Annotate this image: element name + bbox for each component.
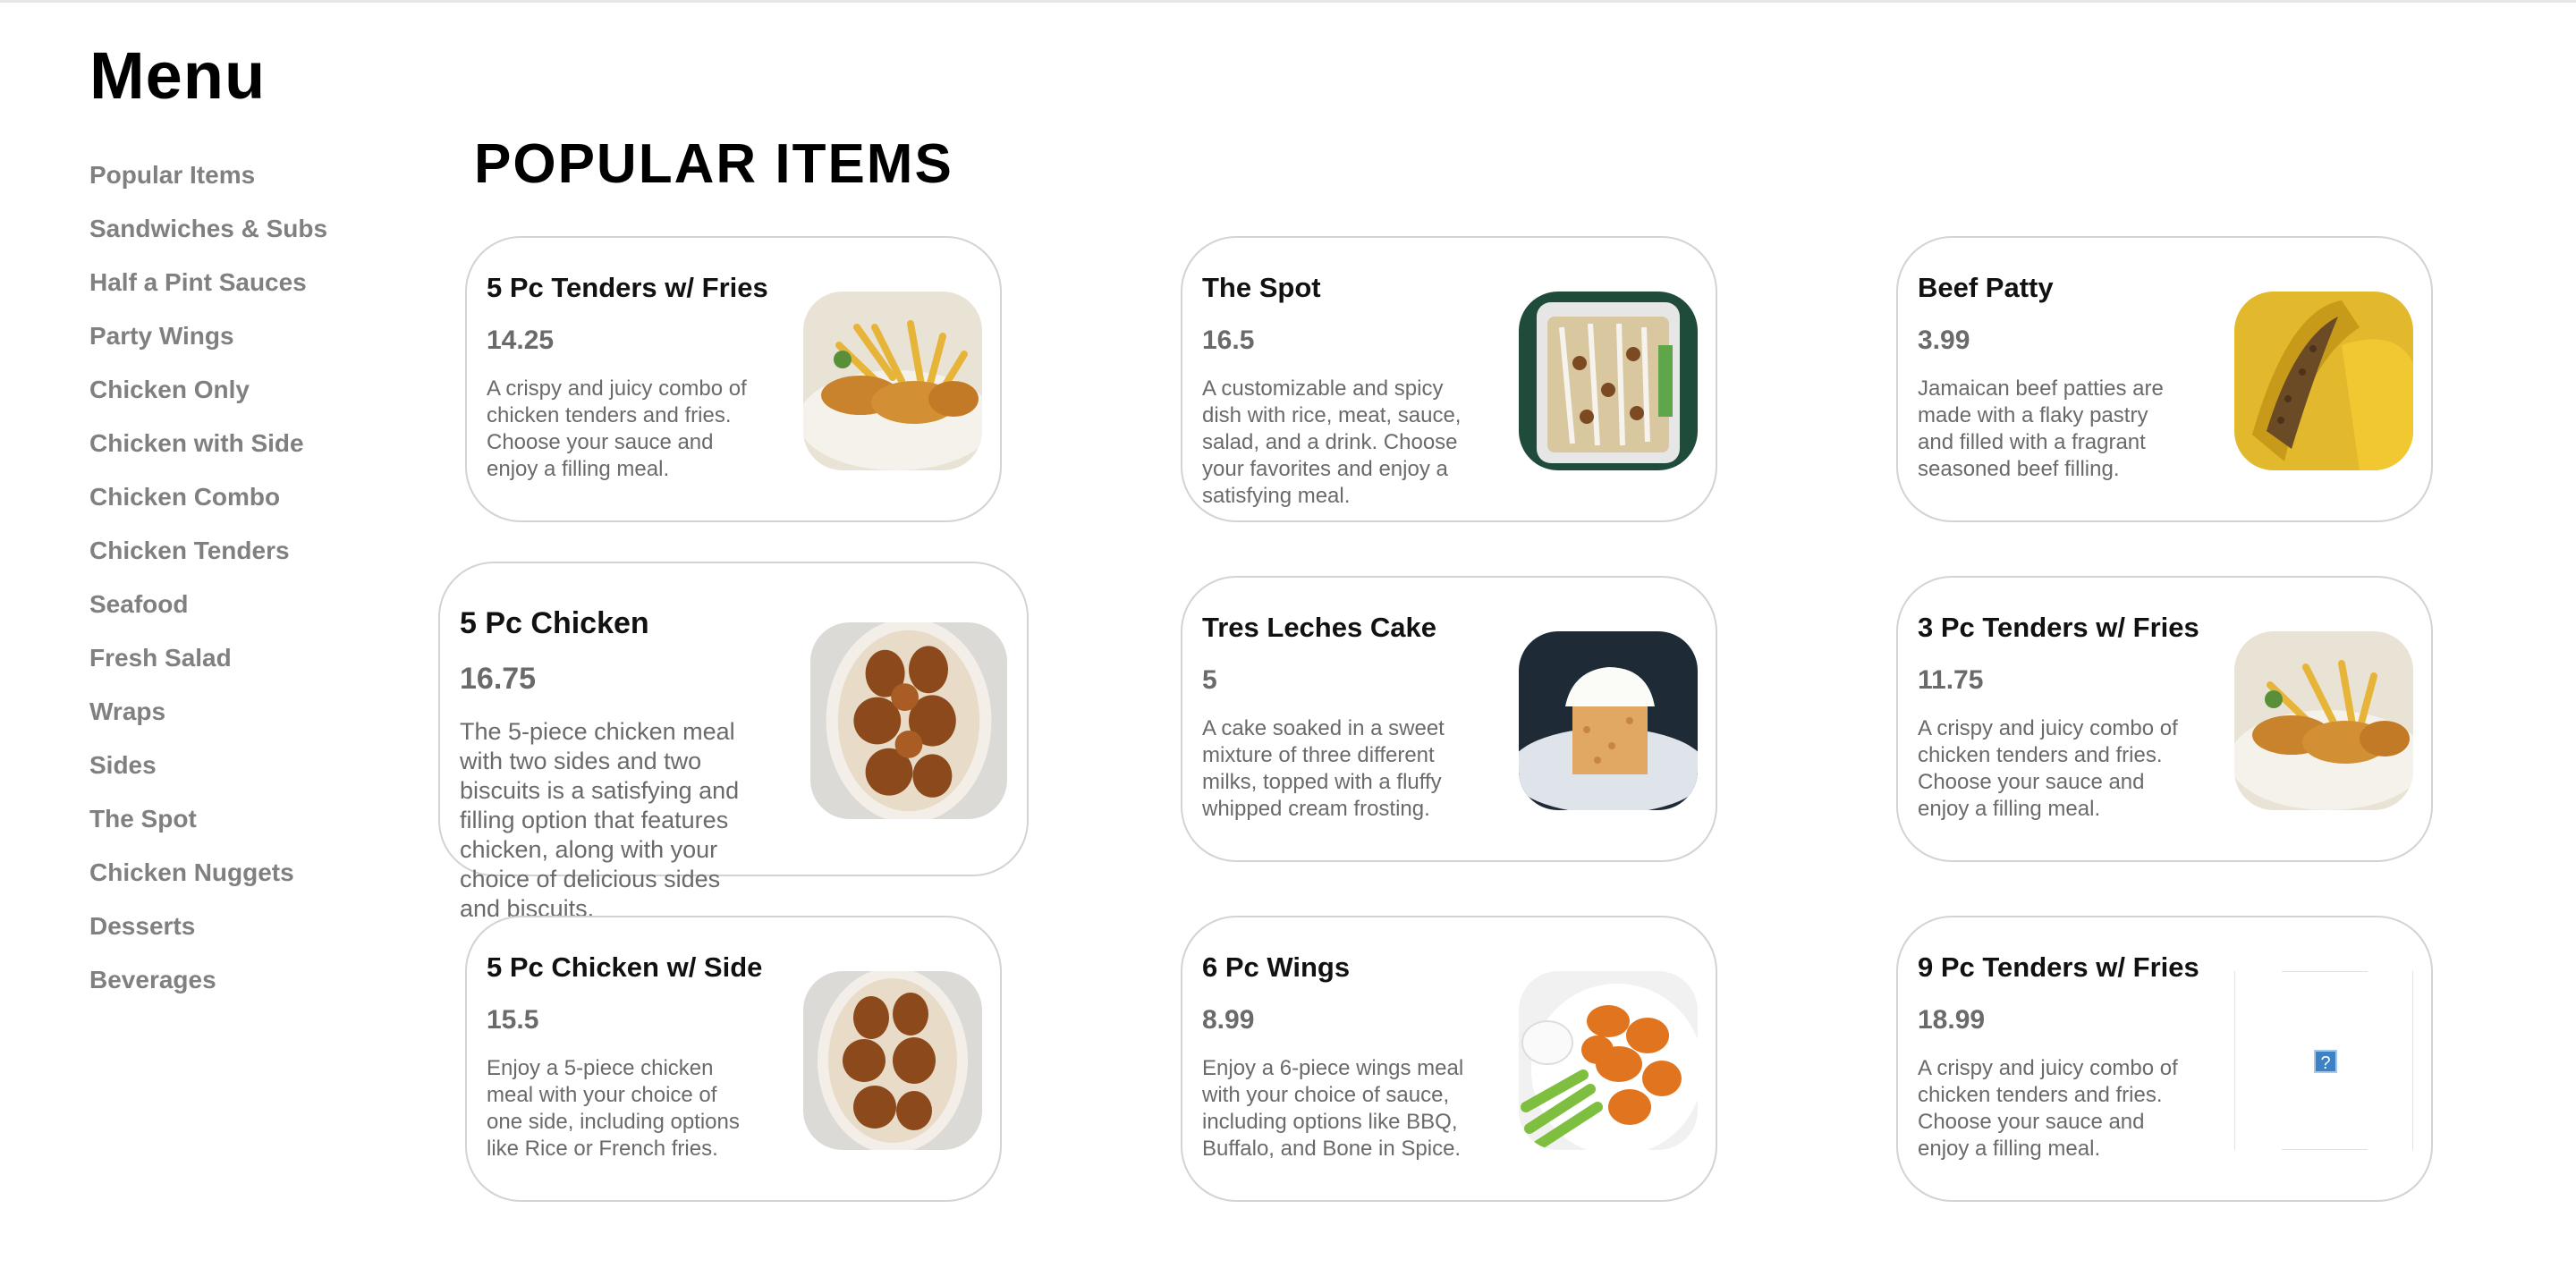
- menu-item-card[interactable]: The Spot 16.5 A customizable and spicy d…: [1181, 236, 1717, 522]
- item-description: Enjoy a 5-piece chicken meal with your c…: [487, 1056, 740, 1161]
- menu-item-card[interactable]: 5 Pc Tenders w/ Fries 14.25 A crispy and…: [465, 236, 1002, 522]
- menu-item-card[interactable]: Beef Patty 3.99 Jamaican beef patties ar…: [1896, 236, 2433, 522]
- sidebar-item-desserts[interactable]: Desserts: [89, 909, 411, 962]
- item-name: 5 Pc Tenders w/ Fries: [487, 272, 768, 303]
- tenders-and-fries-photo: [2234, 631, 2413, 810]
- item-name: 3 Pc Tenders w/ Fries: [1918, 612, 2199, 643]
- sidebar-item-wraps[interactable]: Wraps: [89, 694, 411, 748]
- menu-item-card[interactable]: 5 Pc Chicken w/ Side 15.5 Enjoy a 5-piec…: [465, 916, 1002, 1202]
- fried-chicken-photo: [810, 622, 1007, 819]
- beef-patty-photo: [2234, 292, 2413, 470]
- sidebar-item-party-wings[interactable]: Party Wings: [89, 318, 411, 372]
- menu-item-card[interactable]: Tres Leches Cake 5 A cake soaked in a sw…: [1181, 576, 1717, 862]
- item-description: Enjoy a 6-piece wings meal with your cho…: [1202, 1056, 1464, 1161]
- item-price: 8.99: [1202, 1005, 1255, 1035]
- item-price: 18.99: [1918, 1005, 1986, 1035]
- sidebar-item-popular-items[interactable]: Popular Items: [89, 157, 411, 211]
- item-name: 5 Pc Chicken w/ Side: [487, 951, 763, 983]
- sidebar-item-sides[interactable]: Sides: [89, 748, 411, 801]
- item-price: 16.5: [1202, 325, 1255, 355]
- sidebar-item-chicken-only[interactable]: Chicken Only: [89, 372, 411, 426]
- menu-item-card[interactable]: 9 Pc Tenders w/ Fries 18.99 A crispy and…: [1896, 916, 2433, 1202]
- sidebar-item-fresh-salad[interactable]: Fresh Salad: [89, 640, 411, 694]
- category-sidebar: Popular Items Sandwiches & Subs Half a P…: [89, 157, 411, 1016]
- item-name: Tres Leches Cake: [1202, 612, 1436, 643]
- item-description: A customizable and spicy dish with rice,…: [1202, 376, 1462, 508]
- item-name: The Spot: [1202, 272, 1321, 303]
- sidebar-item-chicken-with-side[interactable]: Chicken with Side: [89, 426, 411, 479]
- item-price: 15.5: [487, 1005, 539, 1035]
- item-description: The 5-piece chicken meal with two sides …: [460, 718, 740, 922]
- section-title: POPULAR ITEMS: [474, 133, 953, 195]
- menu-item-card[interactable]: 3 Pc Tenders w/ Fries 11.75 A crispy and…: [1896, 576, 2433, 862]
- wings-photo: [1519, 971, 1698, 1150]
- sidebar-item-the-spot[interactable]: The Spot: [89, 801, 411, 855]
- item-description: A crispy and juicy combo of chicken tend…: [1918, 716, 2178, 821]
- item-name: 6 Pc Wings: [1202, 951, 1351, 983]
- sidebar-item-beverages[interactable]: Beverages: [89, 962, 411, 1016]
- sidebar-item-chicken-tenders[interactable]: Chicken Tenders: [89, 533, 411, 587]
- sidebar-item-seafood[interactable]: Seafood: [89, 587, 411, 640]
- rice-bowl-photo: [1519, 292, 1698, 470]
- broken-image-icon: ?: [2234, 971, 2413, 1150]
- item-name: 9 Pc Tenders w/ Fries: [1918, 951, 2199, 983]
- item-description: A crispy and juicy combo of chicken tend…: [487, 376, 747, 481]
- menu-item-card[interactable]: 5 Pc Chicken 16.75 The 5-piece chicken m…: [438, 562, 1029, 922]
- menu-item-card[interactable]: 6 Pc Wings 8.99 Enjoy a 6-piece wings me…: [1181, 916, 1717, 1202]
- sidebar-item-chicken-combo[interactable]: Chicken Combo: [89, 479, 411, 533]
- item-price: 3.99: [1918, 325, 1970, 355]
- page-title: Menu: [89, 38, 267, 113]
- cake-photo: [1519, 631, 1698, 810]
- tenders-and-fries-photo: [803, 292, 982, 470]
- item-price: 5: [1202, 665, 1217, 695]
- item-description: A crispy and juicy combo of chicken tend…: [1918, 1056, 2178, 1161]
- item-description: Jamaican beef patties are made with a fl…: [1918, 376, 2164, 481]
- sidebar-item-sandwiches-subs[interactable]: Sandwiches & Subs: [89, 211, 411, 265]
- fried-chicken-photo: [803, 971, 982, 1150]
- sidebar-item-half-a-pint-sauces[interactable]: Half a Pint Sauces: [89, 265, 411, 318]
- sidebar-item-chicken-nuggets[interactable]: Chicken Nuggets: [89, 855, 411, 909]
- item-name: Beef Patty: [1918, 272, 2054, 303]
- item-price: 16.75: [460, 662, 537, 696]
- question-mark-icon: ?: [2314, 1050, 2337, 1073]
- top-divider: [0, 0, 2576, 3]
- item-price: 14.25: [487, 325, 555, 355]
- item-description: A cake soaked in a sweet mixture of thre…: [1202, 716, 1445, 821]
- item-name: 5 Pc Chicken: [460, 606, 649, 640]
- item-price: 11.75: [1918, 665, 1984, 695]
